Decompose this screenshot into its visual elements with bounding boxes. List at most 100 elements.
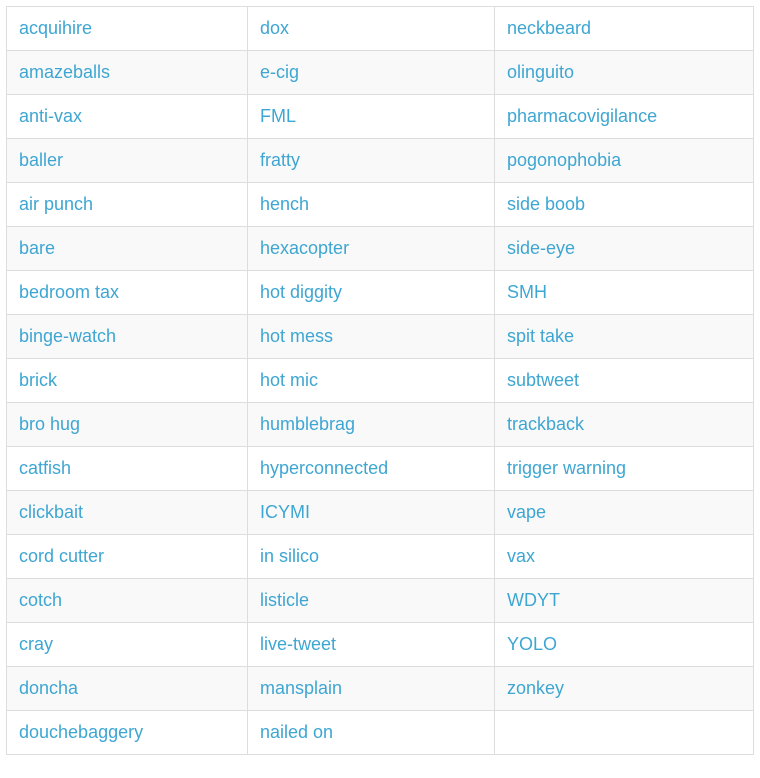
table-cell: catfish xyxy=(6,446,248,491)
table-row: cray live-tweet YOLO xyxy=(6,622,754,667)
table-cell: in silico xyxy=(247,534,495,579)
word-link[interactable]: neckbeard xyxy=(507,18,591,38)
word-link[interactable]: pogonophobia xyxy=(507,150,621,170)
word-link[interactable]: bare xyxy=(19,238,55,258)
table-cell: cray xyxy=(6,622,248,667)
word-link[interactable]: binge-watch xyxy=(19,326,116,346)
word-link[interactable]: amazeballs xyxy=(19,62,110,82)
word-link[interactable]: bro hug xyxy=(19,414,80,434)
table-cell: FML xyxy=(247,94,495,139)
word-link[interactable]: bedroom tax xyxy=(19,282,119,302)
word-link[interactable]: SMH xyxy=(507,282,547,302)
table-row: binge-watch hot mess spit take xyxy=(6,314,754,359)
table-cell: douchebaggery xyxy=(6,710,248,755)
table-row: cord cutter in silico vax xyxy=(6,534,754,579)
table-cell: ICYMI xyxy=(247,490,495,535)
word-link[interactable]: dox xyxy=(260,18,289,38)
word-link[interactable]: brick xyxy=(19,370,57,390)
word-link[interactable]: WDYT xyxy=(507,590,560,610)
word-link[interactable]: trackback xyxy=(507,414,584,434)
word-link[interactable]: anti-vax xyxy=(19,106,82,126)
table-cell: bro hug xyxy=(6,402,248,447)
word-link[interactable]: pharmacovigilance xyxy=(507,106,657,126)
word-link[interactable]: spit take xyxy=(507,326,574,346)
word-link[interactable]: douchebaggery xyxy=(19,722,143,742)
word-link[interactable]: hench xyxy=(260,194,309,214)
table-cell: clickbait xyxy=(6,490,248,535)
table-cell: cotch xyxy=(6,578,248,623)
table-cell: hexacopter xyxy=(247,226,495,271)
table-cell: hot diggity xyxy=(247,270,495,315)
table-cell: pharmacovigilance xyxy=(494,94,754,139)
word-link[interactable]: hexacopter xyxy=(260,238,349,258)
table-cell: humblebrag xyxy=(247,402,495,447)
table-cell: acquihire xyxy=(6,6,248,51)
word-link[interactable]: doncha xyxy=(19,678,78,698)
table-cell: hot mic xyxy=(247,358,495,403)
word-link[interactable]: hot diggity xyxy=(260,282,342,302)
word-link[interactable]: olinguito xyxy=(507,62,574,82)
word-link[interactable]: vape xyxy=(507,502,546,522)
table-cell: bedroom tax xyxy=(6,270,248,315)
table-row: douchebaggery nailed on xyxy=(6,710,754,755)
table-cell: SMH xyxy=(494,270,754,315)
word-link[interactable]: listicle xyxy=(260,590,309,610)
table-cell: binge-watch xyxy=(6,314,248,359)
table-cell: mansplain xyxy=(247,666,495,711)
word-link[interactable]: mansplain xyxy=(260,678,342,698)
word-link[interactable]: clickbait xyxy=(19,502,83,522)
table-row: air punch hench side boob xyxy=(6,182,754,227)
table-cell: dox xyxy=(247,6,495,51)
table-row: cotch listicle WDYT xyxy=(6,578,754,623)
table-cell: subtweet xyxy=(494,358,754,403)
table-cell: hench xyxy=(247,182,495,227)
word-link[interactable]: catfish xyxy=(19,458,71,478)
word-link[interactable]: hot mic xyxy=(260,370,318,390)
word-link[interactable]: hot mess xyxy=(260,326,333,346)
table-row: amazeballs e-cig olinguito xyxy=(6,50,754,95)
word-link[interactable]: humblebrag xyxy=(260,414,355,434)
word-link[interactable]: e-cig xyxy=(260,62,299,82)
table-cell: live-tweet xyxy=(247,622,495,667)
word-link[interactable]: cray xyxy=(19,634,53,654)
table-cell: anti-vax xyxy=(6,94,248,139)
table-cell: baller xyxy=(6,138,248,183)
table-cell: pogonophobia xyxy=(494,138,754,183)
table-row: doncha mansplain zonkey xyxy=(6,666,754,711)
word-link[interactable]: cord cutter xyxy=(19,546,104,566)
word-link[interactable]: FML xyxy=(260,106,296,126)
table-cell: bare xyxy=(6,226,248,271)
word-link[interactable]: live-tweet xyxy=(260,634,336,654)
word-link[interactable]: cotch xyxy=(19,590,62,610)
table-row: catfish hyperconnected trigger warning xyxy=(6,446,754,491)
table-cell: vax xyxy=(494,534,754,579)
table-cell: trigger warning xyxy=(494,446,754,491)
table-row: clickbait ICYMI vape xyxy=(6,490,754,535)
word-link[interactable]: side-eye xyxy=(507,238,575,258)
table-row: baller fratty pogonophobia xyxy=(6,138,754,183)
word-link[interactable]: vax xyxy=(507,546,535,566)
table-cell: WDYT xyxy=(494,578,754,623)
table-cell: side boob xyxy=(494,182,754,227)
table-cell: vape xyxy=(494,490,754,535)
word-link[interactable]: trigger warning xyxy=(507,458,626,478)
word-link[interactable]: nailed on xyxy=(260,722,333,742)
word-link[interactable]: acquihire xyxy=(19,18,92,38)
word-link[interactable]: hyperconnected xyxy=(260,458,388,478)
word-link[interactable]: side boob xyxy=(507,194,585,214)
word-link[interactable]: baller xyxy=(19,150,63,170)
table-cell: YOLO xyxy=(494,622,754,667)
word-link[interactable]: in silico xyxy=(260,546,319,566)
word-link[interactable]: fratty xyxy=(260,150,300,170)
table-cell: air punch xyxy=(6,182,248,227)
word-link[interactable]: ICYMI xyxy=(260,502,310,522)
word-link[interactable]: zonkey xyxy=(507,678,564,698)
word-link[interactable]: air punch xyxy=(19,194,93,214)
table-cell: olinguito xyxy=(494,50,754,95)
table-row: bedroom tax hot diggity SMH xyxy=(6,270,754,315)
table-cell: fratty xyxy=(247,138,495,183)
word-link[interactable]: YOLO xyxy=(507,634,557,654)
table-row: brick hot mic subtweet xyxy=(6,358,754,403)
word-link[interactable]: subtweet xyxy=(507,370,579,390)
table-cell: zonkey xyxy=(494,666,754,711)
